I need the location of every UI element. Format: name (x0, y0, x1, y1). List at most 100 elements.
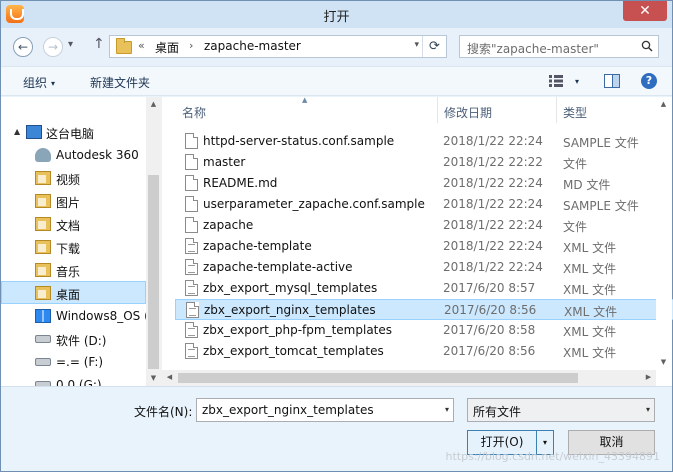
file-date: 2017/6/20 8:56 (443, 344, 536, 358)
breadcrumb-overflow[interactable]: « (138, 39, 145, 52)
file-name: zbx_export_nginx_templates (204, 303, 376, 317)
filename-label: 文件名(N): (134, 405, 193, 419)
column-divider[interactable] (556, 97, 557, 123)
file-name: zapache (203, 218, 254, 232)
new-folder-button[interactable]: 新建文件夹 (90, 74, 150, 91)
windows-drive-icon (35, 309, 51, 323)
sidebar-scrollbar[interactable]: ▲ ▼ (146, 97, 161, 386)
column-header-name[interactable]: 名称 (182, 104, 206, 121)
filename-field[interactable]: zbx_export_nginx_templates ▾ (196, 398, 454, 422)
file-row[interactable]: userparameter_zapache.conf.sample 2018/1/… (175, 194, 673, 215)
chevron-down-icon[interactable]: ▾ (646, 405, 650, 414)
file-row[interactable]: zapache 2018/1/22 22:24 文件 (175, 215, 673, 236)
refresh-button[interactable]: ⟳ (422, 36, 446, 57)
file-name: zbx_export_php-fpm_templates (203, 323, 393, 337)
file-date: 2018/1/22 22:22 (443, 155, 543, 169)
xml-file-icon (185, 238, 198, 254)
column-header-date[interactable]: 修改日期 (444, 104, 492, 121)
title-bar: 打开 ✕ (1, 1, 672, 28)
open-button-label: 打开(O) (480, 435, 524, 449)
search-icon[interactable] (641, 40, 653, 52)
recent-locations-dropdown[interactable]: ▾ (68, 39, 73, 50)
file-row[interactable]: README.md 2018/1/22 22:24 MD 文件 (175, 173, 673, 194)
file-row[interactable]: zbx_export_mysql_templates 2017/6/20 8:57… (175, 278, 673, 299)
sidebar-item-label: Autodesk 360 (56, 148, 139, 162)
scroll-down-arrow-icon[interactable]: ▼ (146, 371, 161, 386)
sidebar-item-this-pc[interactable]: ▲ 这台电脑 (1, 121, 146, 144)
window-title: 打开 (323, 10, 350, 25)
desktop-folder-icon (35, 286, 51, 300)
file-name: userparameter_zapache.conf.sample (203, 197, 425, 211)
file-type: MD 文件 (563, 178, 611, 192)
sidebar-item-autodesk360[interactable]: Autodesk 360 (1, 144, 146, 167)
sidebar-item-drive-g[interactable]: 0.0 (G:) (1, 374, 146, 386)
horizontal-scroll-thumb[interactable] (178, 373, 578, 383)
file-date: 2017/6/20 8:57 (443, 281, 536, 295)
file-name: master (203, 155, 246, 169)
chevron-down-icon[interactable]: ▾ (445, 405, 449, 414)
sidebar-item-windows8-os[interactable]: Windows8_OS ( (1, 305, 149, 328)
address-dropdown[interactable]: ▾ (414, 40, 419, 50)
filename-value[interactable]: zbx_export_nginx_templates (202, 403, 374, 417)
file-type: SAMPLE 文件 (563, 199, 639, 213)
file-row[interactable]: httpd-server-status.conf.sample 2018/1/22… (175, 131, 673, 152)
sort-ascending-icon: ▲ (302, 96, 308, 104)
organize-label: 组织 (23, 76, 48, 90)
documents-library-icon (35, 217, 51, 231)
scroll-down-arrow-icon[interactable]: ▼ (656, 355, 671, 370)
file-row[interactable]: zbx_export_tomcat_templates 2017/6/20 8:5… (175, 341, 673, 362)
file-type: XML 文件 (563, 283, 617, 297)
breadcrumb-separator[interactable]: › (189, 39, 193, 52)
search-input[interactable]: 搜索"zapache-master" (459, 35, 659, 58)
sidebar-item-label: 文档 (56, 219, 81, 233)
drive-icon (35, 335, 51, 343)
column-divider[interactable] (437, 97, 438, 123)
view-dropdown-icon[interactable]: ▾ (575, 77, 579, 86)
file-icon (185, 133, 198, 149)
sidebar-item-desktop[interactable]: 桌面 (1, 281, 146, 304)
up-button[interactable]: ↑ (93, 36, 105, 52)
organize-menu[interactable]: 组织 ▾ (23, 74, 55, 91)
breadcrumb-desktop[interactable]: 桌面 (155, 39, 179, 56)
file-list-scrollbar[interactable]: ▲ ▼ (656, 97, 672, 386)
file-row[interactable]: zapache-template-active 2018/1/22 22:24 XM… (175, 257, 673, 278)
file-row[interactable]: zbx_export_nginx_templates 2017/6/20 8:56… (175, 299, 673, 320)
preview-pane-icon[interactable] (604, 74, 620, 88)
command-toolbar: 组织 ▾ 新建文件夹 ▾ ? (1, 66, 672, 96)
cloud-icon (35, 148, 51, 162)
sidebar-item-drive-f[interactable]: =.= (F:) (1, 351, 146, 374)
sidebar-item-videos[interactable]: 视频 (1, 167, 146, 190)
back-button[interactable]: ← (13, 37, 33, 57)
file-row[interactable]: master 2018/1/22 22:22 文件 (175, 152, 673, 173)
xml-file-icon (186, 302, 199, 318)
address-bar[interactable]: « 桌面 › zapache-master ▾ ⟳ (109, 35, 447, 58)
column-header-type[interactable]: 类型 (563, 104, 587, 121)
scroll-up-arrow-icon[interactable]: ▲ (146, 97, 161, 112)
scroll-left-arrow-icon[interactable]: ◀ (162, 370, 177, 385)
file-type: SAMPLE 文件 (563, 136, 639, 150)
sidebar-item-downloads[interactable]: 下载 (1, 236, 146, 259)
file-row[interactable]: zbx_export_php-fpm_templates 2017/6/20 8:… (175, 320, 673, 341)
scroll-up-arrow-icon[interactable]: ▲ (656, 97, 671, 112)
view-options-icon[interactable] (549, 75, 563, 87)
breadcrumb-zapache-master[interactable]: zapache-master (204, 39, 301, 53)
file-date: 2018/1/22 22:24 (443, 176, 543, 190)
file-row[interactable]: zapache-template 2018/1/22 22:24 XML 文件 (175, 236, 673, 257)
filetype-select[interactable]: 所有文件 ▾ (467, 398, 655, 422)
help-icon[interactable]: ? (641, 73, 657, 89)
navigation-pane: ▲ 这台电脑 Autodesk 360 视频 图片 文档 下载 音乐 桌面 Wi… (1, 97, 161, 386)
xml-file-icon (185, 280, 198, 296)
sidebar-item-pictures[interactable]: 图片 (1, 190, 146, 213)
close-button[interactable]: ✕ (623, 1, 667, 21)
search-placeholder: 搜索"zapache-master" (467, 42, 599, 56)
forward-button[interactable]: → (43, 37, 63, 57)
scroll-right-arrow-icon[interactable]: ▶ (641, 370, 656, 385)
file-date: 2018/1/22 22:24 (443, 134, 543, 148)
file-type: 文件 (563, 157, 588, 171)
horizontal-scrollbar[interactable]: ◀ ▶ (162, 370, 656, 386)
expand-arrow-icon[interactable]: ▲ (14, 127, 20, 136)
sidebar-scroll-thumb[interactable] (148, 175, 159, 369)
sidebar-item-drive-d[interactable]: 软件 (D:) (1, 328, 146, 351)
sidebar-item-documents[interactable]: 文档 (1, 213, 146, 236)
sidebar-item-music[interactable]: 音乐 (1, 259, 146, 282)
